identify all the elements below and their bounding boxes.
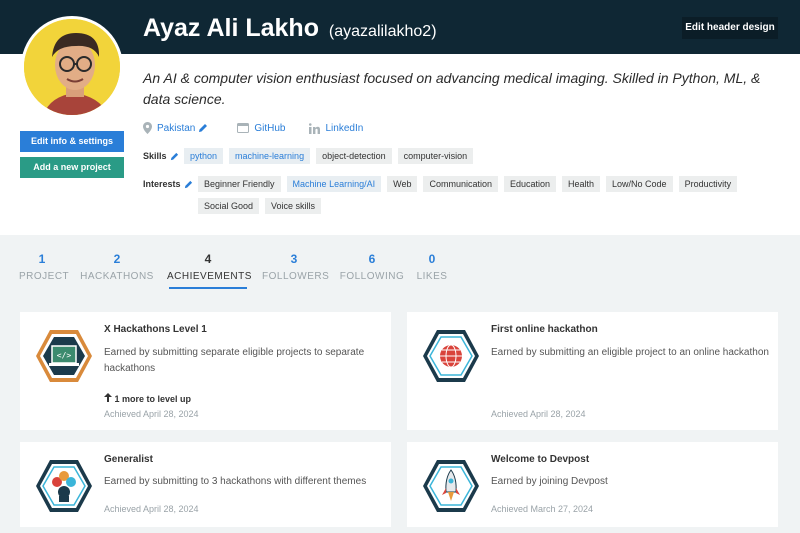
skill-tag[interactable]: python [184, 148, 224, 164]
tab-achievements[interactable]: 4 ACHIEVEMENTS [167, 252, 252, 282]
achievement-title: X Hackathons Level 1 [104, 324, 207, 335]
interest-tag[interactable]: Machine Learning/AI [286, 176, 382, 192]
hackathons-label: HACKATHONS [80, 271, 154, 282]
tab-following[interactable]: 6 FOLLOWING [339, 252, 405, 282]
interests-label: Interests [143, 179, 181, 189]
username: (ayazalilakho2) [328, 23, 437, 40]
pencil-icon[interactable] [170, 152, 179, 161]
interests-label-row: Interests [143, 179, 193, 189]
interest-tag[interactable]: Voice skills [265, 198, 322, 214]
interest-tag[interactable]: Health [562, 176, 601, 192]
achievement-title: First online hackathon [491, 324, 598, 335]
tab-followers[interactable]: 3 FOLLOWERS [262, 252, 330, 282]
achievement-card[interactable]: </> X Hackathons Level 1 Earned by submi… [20, 312, 391, 430]
profile-links: Pakistan GitHub LinkedIn [143, 122, 387, 134]
svg-text:</>: </> [57, 351, 72, 360]
following-label: FOLLOWING [339, 271, 405, 282]
tab-hackathons[interactable]: 2 HACKATHONS [80, 252, 154, 282]
pencil-icon[interactable] [198, 123, 208, 133]
github-link[interactable]: GitHub [237, 123, 285, 134]
following-count: 6 [368, 252, 376, 266]
interest-tag[interactable]: Communication [423, 176, 498, 192]
edit-header-design-button[interactable]: Edit header design [682, 17, 778, 39]
achievement-card[interactable]: Welcome to Devpost Earned by joining Dev… [407, 442, 778, 527]
active-tab-underline [169, 287, 247, 289]
achievements-label: ACHIEVEMENTS [167, 271, 252, 282]
achievement-title: Welcome to Devpost [491, 454, 590, 465]
achievements-count: 4 [204, 252, 212, 266]
project-count: 1 [38, 252, 46, 266]
github-text: GitHub [254, 122, 286, 134]
tab-likes[interactable]: 0 LIKES [415, 252, 449, 282]
followers-count: 3 [290, 252, 298, 266]
skill-tag[interactable]: object-detection [316, 148, 392, 164]
avatar [21, 16, 123, 118]
full-name: Ayaz Ali Lakho [143, 14, 319, 42]
achievement-card[interactable]: Generalist Earned by submitting to 3 hac… [20, 442, 391, 527]
skill-tag[interactable]: machine-learning [229, 148, 311, 164]
tab-project[interactable]: 1 PROJECT [19, 252, 70, 282]
achievement-date: Achieved March 27, 2024 [491, 504, 594, 514]
skills-label-row: Skills [143, 151, 179, 161]
achievement-date: Achieved April 28, 2024 [104, 409, 199, 419]
skill-tag[interactable]: computer-vision [397, 148, 474, 164]
level-up-progress: 1 more to level up [104, 393, 191, 404]
arrow-up-icon [104, 393, 112, 402]
skills-tag-list: python machine-learning object-detection… [184, 148, 604, 164]
edit-info-settings-button[interactable]: Edit info & settings [20, 131, 124, 152]
profile-name: Ayaz Ali Lakho (ayazalilakho2) [143, 14, 437, 43]
generalist-badge-icon [36, 460, 92, 512]
map-pin-icon [143, 122, 152, 134]
interest-tag[interactable]: Beginner Friendly [198, 176, 281, 192]
location-link[interactable]: Pakistan [143, 122, 213, 134]
project-label: PROJECT [19, 271, 70, 282]
followers-label: FOLLOWERS [262, 271, 330, 282]
interest-tag[interactable]: Web [387, 176, 418, 192]
achievement-title: Generalist [104, 454, 153, 465]
achievement-description: Earned by submitting to 3 hackathons wit… [104, 476, 367, 487]
pencil-icon[interactable] [184, 180, 193, 189]
hackathon-level-badge-icon: </> [36, 330, 92, 382]
rocket-badge-icon [423, 460, 479, 512]
profile-bio: An AI & computer vision enthusiast focus… [143, 70, 761, 107]
hackathons-count: 2 [113, 252, 121, 266]
likes-count: 0 [428, 252, 436, 266]
achievement-date: Achieved April 28, 2024 [104, 504, 199, 514]
globe-badge-icon [423, 330, 479, 382]
achievement-card[interactable]: First online hackathon Earned by submitt… [407, 312, 778, 430]
profile-stats-tabs: 1 PROJECT 2 HACKATHONS 4 ACHIEVEMENTS 3 … [0, 252, 800, 292]
linkedin-link[interactable]: LinkedIn [309, 123, 363, 134]
github-icon [237, 123, 250, 133]
linkedin-icon [309, 122, 321, 134]
interest-tag[interactable]: Productivity [678, 176, 738, 192]
interests-tag-list: Beginner Friendly Machine Learning/AI We… [198, 176, 778, 214]
achievement-description: Earned by submitting separate eligible p… [104, 347, 365, 374]
likes-label: LIKES [416, 271, 448, 282]
location-text: Pakistan [157, 122, 196, 134]
achievement-description: Earned by submitting an eligible project… [491, 347, 769, 358]
achievement-date: Achieved April 28, 2024 [491, 409, 586, 419]
interest-tag[interactable]: Low/No Code [606, 176, 673, 192]
achievement-description: Earned by joining Devpost [491, 476, 608, 487]
interest-tag[interactable]: Education [503, 176, 557, 192]
add-new-project-button[interactable]: Add a new project [20, 157, 124, 178]
level-up-text: 1 more to level up [114, 394, 192, 404]
linkedin-text: LinkedIn [325, 122, 364, 134]
skills-label: Skills [143, 151, 167, 161]
interest-tag[interactable]: Social Good [198, 198, 260, 214]
